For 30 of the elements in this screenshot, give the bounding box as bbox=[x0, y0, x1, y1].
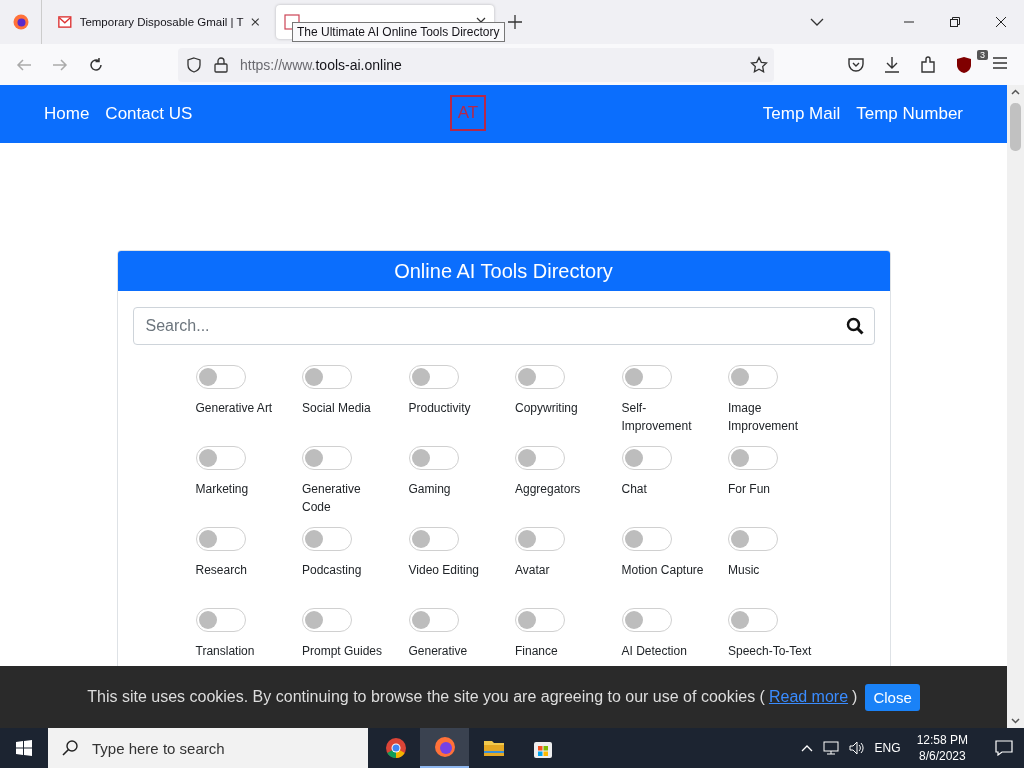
category-label: Avatar bbox=[515, 562, 551, 579]
category-label: Generative bbox=[408, 643, 469, 660]
category-label: Podcasting bbox=[302, 562, 363, 579]
category-label: Gaming bbox=[408, 481, 452, 498]
category-label: Prompt Guides bbox=[302, 643, 384, 660]
category-label: Generative Code bbox=[302, 481, 362, 516]
category-label: AI Detection bbox=[621, 643, 688, 660]
category-label: Video Editing bbox=[408, 562, 480, 579]
category-label: Aggregators bbox=[515, 481, 582, 498]
category-label: Motion Capture bbox=[621, 562, 705, 579]
category-label: Speech-To-Text bbox=[728, 643, 813, 660]
category-label: Marketing bbox=[195, 481, 250, 498]
category-label: Music bbox=[728, 562, 761, 579]
category-label: Translation bbox=[195, 643, 256, 660]
tooltip: The Ultimate AI Online Tools Directory bbox=[292, 22, 505, 42]
card-title: Online AI Tools Directory bbox=[117, 251, 890, 291]
category-label: Chat bbox=[621, 481, 648, 498]
category-label: For Fun bbox=[728, 481, 771, 498]
category-label: Copywriting bbox=[515, 400, 579, 417]
tab-title: Temporary Disposable Gmail | T bbox=[79, 16, 244, 28]
category-label: Generative Art bbox=[195, 400, 274, 417]
category-label: Productivity bbox=[408, 400, 472, 417]
category-label: Self-Improvement bbox=[621, 400, 693, 435]
count-badge: 3 bbox=[977, 49, 988, 60]
category-label: Image Improvement bbox=[728, 400, 800, 435]
category-label: Social Media bbox=[302, 400, 372, 417]
parenthesis-text: ) bbox=[852, 688, 858, 706]
category-label: Research bbox=[195, 562, 248, 579]
category-label: Finance bbox=[515, 643, 559, 660]
cookie-text: This site uses cookies. By continuing to browse the site you are agreeing to our use of cookies ( bbox=[87, 688, 765, 706]
